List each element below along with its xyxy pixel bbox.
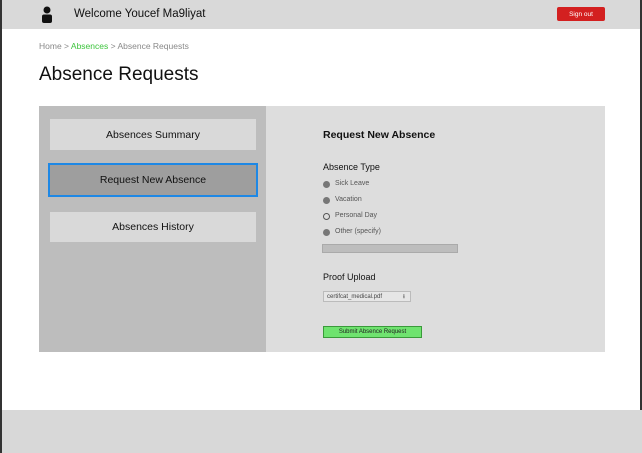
- absence-type-label: Absence Type: [323, 162, 380, 172]
- form-title: Request New Absence: [323, 129, 436, 141]
- other-specify-input[interactable]: [322, 244, 458, 253]
- footer: [2, 410, 642, 453]
- sidebar-item-absences-summary[interactable]: Absences Summary: [50, 119, 256, 150]
- sidebar-item-absences-history[interactable]: Absences History: [50, 212, 256, 242]
- window-border-left: [0, 0, 2, 453]
- proof-upload-label: Proof Upload: [323, 272, 376, 282]
- radio-other[interactable]: [323, 229, 330, 236]
- upload-icon[interactable]: ⭳: [403, 292, 405, 302]
- user-icon: [42, 6, 52, 23]
- file-upload-field[interactable]: certifcat_medical.pdf ⭳: [323, 291, 411, 302]
- radio-label: Personal Day: [335, 212, 378, 219]
- breadcrumb-current: Absence Requests: [117, 41, 189, 51]
- file-name: certifcat_medical.pdf: [327, 293, 383, 300]
- form-panel: [266, 106, 605, 352]
- sidebar-item-request-new-absence[interactable]: Request New Absence: [48, 163, 258, 197]
- page-title: Absence Requests: [39, 64, 199, 85]
- radio-sick-leave[interactable]: [323, 181, 330, 188]
- breadcrumb-absences[interactable]: Absences: [71, 41, 108, 51]
- radio-label: Vacation: [335, 196, 362, 203]
- breadcrumb: Home > Absences > Absence Requests: [39, 41, 189, 51]
- welcome-text: Welcome Youcef Ma9liyat: [74, 8, 206, 20]
- radio-vacation[interactable]: [323, 197, 330, 204]
- radio-label: Sick Leave: [335, 180, 370, 187]
- radio-label: Other (specify): [335, 228, 381, 235]
- radio-personal-day[interactable]: [323, 213, 330, 220]
- breadcrumb-home[interactable]: Home: [39, 41, 62, 51]
- sign-out-button[interactable]: Sign out: [557, 7, 605, 21]
- submit-absence-request-button[interactable]: Submit Absence Request: [323, 326, 422, 338]
- breadcrumb-separator: >: [61, 41, 71, 51]
